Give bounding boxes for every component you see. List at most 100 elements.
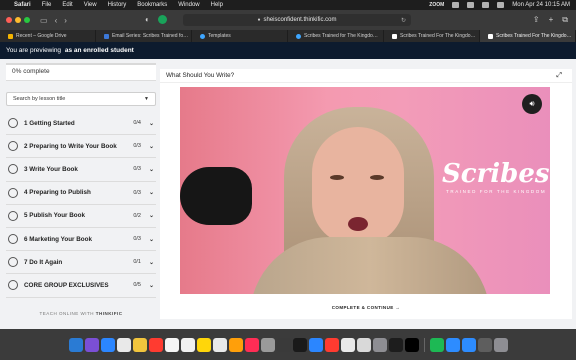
- tab-label: Email Series: Scribes Trained fo…: [112, 33, 189, 39]
- dock-app-icon[interactable]: [116, 337, 131, 352]
- chevron-down-icon[interactable]: ⌄: [149, 120, 154, 127]
- dock-app-icon[interactable]: [148, 337, 163, 352]
- tab-label: Scribes Trained for The Kingdo…: [304, 33, 378, 39]
- new-tab-icon[interactable]: +: [549, 15, 554, 25]
- dock-app-icon[interactable]: [445, 337, 460, 352]
- dock-app-icon[interactable]: [477, 337, 492, 352]
- dock-app-icon[interactable]: [324, 337, 339, 352]
- progress-circle-icon: [8, 234, 18, 245]
- tab-label: Templates: [208, 33, 231, 39]
- chapter-item[interactable]: 1 Getting Started 0/4 ⌄: [6, 112, 156, 136]
- chevron-down-icon[interactable]: ⌄: [149, 282, 154, 289]
- clock[interactable]: Mon Apr 24 10:15 AM: [512, 2, 570, 8]
- menu-help[interactable]: Help: [211, 2, 223, 8]
- dock-app-icon[interactable]: [461, 337, 476, 352]
- chevron-down-icon[interactable]: ⌄: [149, 189, 154, 196]
- dock-app-icon[interactable]: [308, 337, 323, 352]
- chapter-item[interactable]: 6 Marketing Your Book 0/3 ⌄: [6, 228, 156, 252]
- tab-overview-icon[interactable]: ⧉: [562, 15, 568, 25]
- progress-circle-icon: [8, 164, 18, 175]
- chevron-down-icon[interactable]: ⌄: [149, 166, 154, 173]
- chevron-down-icon[interactable]: ⌄: [149, 259, 154, 266]
- zoom-window-button[interactable]: [24, 17, 30, 23]
- close-window-button[interactable]: [6, 17, 12, 23]
- reload-icon[interactable]: ↻: [401, 17, 406, 24]
- chevron-down-icon[interactable]: ⌄: [149, 143, 154, 150]
- course-sidebar: 0% complete Search by lesson title ▼ 1 G…: [6, 63, 156, 313]
- menu-file[interactable]: File: [42, 2, 52, 8]
- chapter-item[interactable]: 5 Publish Your Book 0/2 ⌄: [6, 205, 156, 228]
- video-person-eye: [370, 175, 384, 180]
- menu-window[interactable]: Window: [178, 2, 199, 8]
- share-icon[interactable]: ⇪: [533, 15, 540, 25]
- extension-icon[interactable]: [158, 15, 167, 24]
- zoom-status[interactable]: ZOOM: [429, 2, 444, 8]
- dock-app-icon[interactable]: [429, 337, 444, 352]
- dock-app-icon[interactable]: [100, 337, 115, 352]
- lesson-search-dropdown[interactable]: Search by lesson title ▼: [6, 92, 156, 106]
- tab-label: Scribes Trained For The Kingdo…: [496, 33, 572, 39]
- chapter-item[interactable]: CORE GROUP EXCLUSIVES 0/5 ⌄: [6, 274, 156, 298]
- chapter-item[interactable]: 2 Preparing to Write Your Book 0/3 ⌄: [6, 135, 156, 159]
- dock-app-icon[interactable]: [340, 337, 355, 352]
- chapter-count: 0/3: [133, 143, 141, 150]
- wifi-icon[interactable]: [467, 2, 475, 8]
- tab-email-series[interactable]: Email Series: Scribes Trained fo…: [96, 30, 192, 42]
- expand-icon[interactable]: ⤢: [556, 72, 562, 80]
- dock-app-icon[interactable]: [196, 337, 211, 352]
- dock-app-icon[interactable]: [228, 337, 243, 352]
- tab-scribes-2[interactable]: Scribes Trained For The Kingdo…: [384, 30, 480, 42]
- dock-app-icon[interactable]: [132, 337, 147, 352]
- chevron-down-icon[interactable]: ⌄: [149, 236, 154, 243]
- dock-app-icon[interactable]: [292, 337, 307, 352]
- unmute-icon[interactable]: 🔊︎: [522, 94, 542, 114]
- menu-view[interactable]: View: [84, 2, 97, 8]
- dock-app-icon[interactable]: [164, 337, 179, 352]
- menu-app-name[interactable]: Safari: [14, 2, 31, 8]
- dock-separator: [423, 337, 425, 352]
- dock-app-icon[interactable]: [244, 337, 259, 352]
- dock-app-icon[interactable]: [493, 337, 508, 352]
- forward-icon[interactable]: ›: [64, 16, 67, 25]
- dock-app-icon[interactable]: [404, 337, 419, 352]
- tab-templates[interactable]: Templates: [192, 30, 288, 42]
- tab-google-drive[interactable]: Recent – Google Drive: [0, 30, 96, 42]
- chapter-item[interactable]: 7 Do It Again 0/1 ⌄: [6, 251, 156, 275]
- complete-continue-button[interactable]: COMPLETE & CONTINUE →: [160, 305, 572, 310]
- video-player[interactable]: Scribes TRAINED FOR THE KINGDOM 🔊︎: [180, 87, 550, 294]
- address-bar[interactable]: ● sheisconfident.thinkific.com ↻: [183, 14, 411, 26]
- minimize-window-button[interactable]: [15, 17, 21, 23]
- privacy-shield-icon[interactable]: ◐: [145, 15, 150, 24]
- back-icon[interactable]: ‹: [55, 16, 58, 25]
- dock-app-icon[interactable]: [180, 337, 195, 352]
- sidebar-toggle-icon[interactable]: ▭: [40, 16, 48, 25]
- dock-app-icon[interactable]: [388, 337, 403, 352]
- chapter-item[interactable]: 3 Write Your Book 0/3 ⌄: [6, 158, 156, 182]
- dock-app-icon[interactable]: [212, 337, 227, 352]
- progress-circle-icon: [8, 257, 18, 268]
- globe-icon: [200, 33, 205, 39]
- menu-edit[interactable]: Edit: [62, 2, 72, 8]
- dock-app-icon[interactable]: [84, 337, 99, 352]
- thinkific-footer[interactable]: TEACH ONLINE WITH THINKIFIC: [6, 311, 156, 316]
- chapter-title: 6 Marketing Your Book: [24, 235, 92, 243]
- lesson-header: What Should You Write? ⤢: [160, 69, 572, 83]
- menu-bookmarks[interactable]: Bookmarks: [137, 2, 167, 8]
- tab-scribes-active[interactable]: Scribes Trained For The Kingdo…: [480, 30, 576, 42]
- dock-app-icon[interactable]: [260, 337, 275, 352]
- search-icon[interactable]: [482, 2, 490, 8]
- tab-label: Recent – Google Drive: [16, 33, 67, 39]
- menu-history[interactable]: History: [108, 2, 127, 8]
- tab-scribes-1[interactable]: Scribes Trained for The Kingdo…: [288, 30, 384, 42]
- control-center-icon[interactable]: [497, 2, 505, 8]
- battery-icon[interactable]: [452, 2, 460, 8]
- dock-app-icon[interactable]: [356, 337, 371, 352]
- chapter-item[interactable]: 4 Preparing to Publish 0/3 ⌄: [6, 182, 156, 205]
- dock-app-icon[interactable]: [68, 337, 83, 352]
- progress-circle-icon: [8, 118, 18, 129]
- chevron-down-icon[interactable]: ⌄: [149, 212, 154, 219]
- footer-brand: THINKIFIC: [95, 311, 123, 316]
- chapter-count: 0/3: [133, 189, 141, 196]
- dock-app-icon[interactable]: [276, 337, 291, 352]
- dock-app-icon[interactable]: [372, 337, 387, 352]
